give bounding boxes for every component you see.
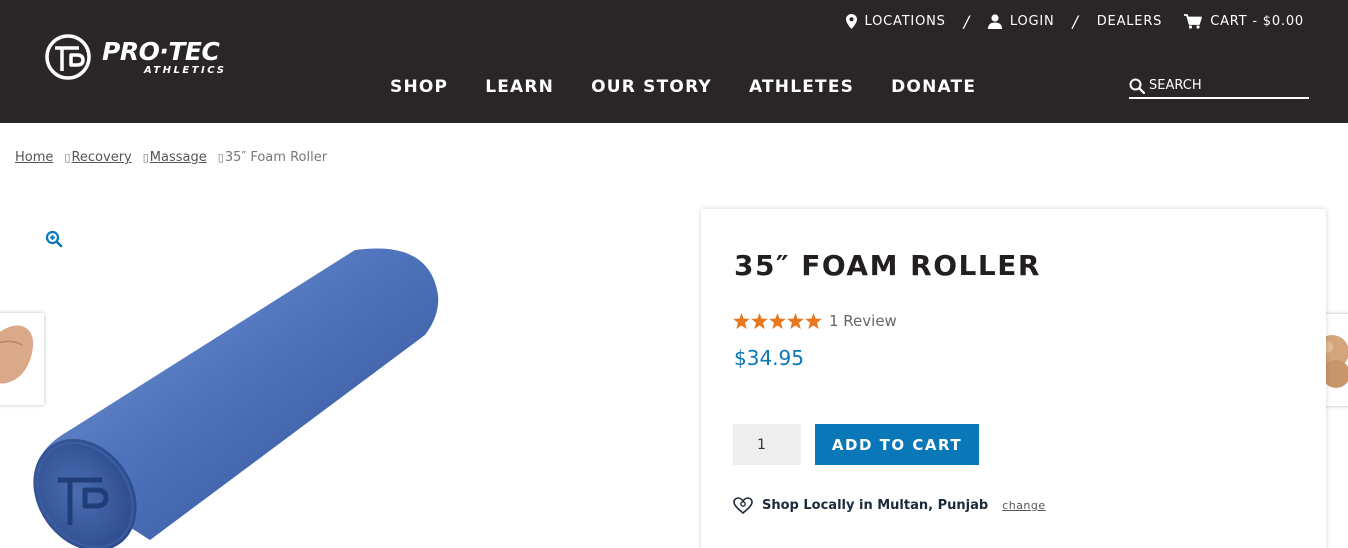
brand-sub: ATHLETICS xyxy=(144,65,227,76)
product-price: $34.95 xyxy=(734,346,804,370)
cart-label: CART - $0.00 xyxy=(1210,13,1304,29)
breadcrumb-separator-icon: ▯ xyxy=(142,151,149,164)
star-icon xyxy=(751,313,768,329)
cart-icon xyxy=(1184,13,1203,29)
star-rating xyxy=(733,313,822,329)
breadcrumb-massage[interactable]: Massage xyxy=(150,150,207,165)
foot-image xyxy=(0,313,44,405)
main-nav: SHOP LEARN OUR STORY ATHLETES DONATE xyxy=(390,77,976,97)
user-icon xyxy=(987,13,1002,29)
nav-donate[interactable]: DONATE xyxy=(891,77,976,97)
search-bar xyxy=(1129,74,1309,99)
search-icon[interactable] xyxy=(1129,78,1145,94)
locations-link[interactable]: LOCATIONS xyxy=(845,13,946,29)
product-image[interactable] xyxy=(30,240,450,548)
breadcrumb-separator-icon: ▯ xyxy=(64,151,71,164)
site-header: PRO·TEC ATHLETICS LOCATIONS / LOGIN / DE… xyxy=(0,0,1348,123)
dealers-label: DEALERS xyxy=(1096,13,1163,29)
brand-name: PRO·TEC xyxy=(102,37,220,66)
review-count[interactable]: 1 Review xyxy=(829,312,897,330)
star-icon xyxy=(733,313,750,329)
util-separator: / xyxy=(1072,11,1079,31)
breadcrumb: Home ▯Recovery ▯Massage ▯35″ Foam Roller xyxy=(15,150,327,165)
shop-locally-label: Shop Locally in Multan, Punjab xyxy=(762,498,989,513)
nav-learn[interactable]: LEARN xyxy=(485,77,554,97)
login-link[interactable]: LOGIN xyxy=(987,13,1055,29)
utility-nav: LOCATIONS / LOGIN / DEALERS CART - $0.00 xyxy=(845,11,1304,31)
breadcrumb-current: 35″ Foam Roller xyxy=(224,150,328,165)
breadcrumb-separator-icon: ▯ xyxy=(217,151,224,164)
star-icon xyxy=(787,313,804,329)
product-title: 35″ FOAM ROLLER xyxy=(734,249,1041,282)
shop-locally: Shop Locally in Multan, Punjab change xyxy=(733,497,1046,514)
nav-our-story[interactable]: OUR STORY xyxy=(591,77,712,97)
cart-link[interactable]: CART - $0.00 xyxy=(1184,14,1304,29)
heart-pin-icon xyxy=(733,497,753,514)
breadcrumb-home[interactable]: Home xyxy=(15,150,53,165)
nav-shop[interactable]: SHOP xyxy=(390,77,448,97)
product-summary: 35″ FOAM ROLLER 1 Review $34.95 ADD TO C… xyxy=(701,209,1326,548)
quantity-input[interactable] xyxy=(733,424,801,465)
login-label: LOGIN xyxy=(1009,13,1055,29)
add-to-cart-button[interactable]: ADD TO CART xyxy=(815,424,979,465)
breadcrumb-recovery[interactable]: Recovery xyxy=(71,150,131,165)
brand-logo[interactable]: PRO·TEC ATHLETICS xyxy=(44,33,244,83)
nav-athletes[interactable]: ATHLETES xyxy=(749,77,854,97)
locations-label: LOCATIONS xyxy=(864,13,946,29)
star-icon xyxy=(769,313,786,329)
prev-product-thumb[interactable] xyxy=(0,313,44,405)
change-location-link[interactable]: change xyxy=(1002,499,1045,512)
dealers-link[interactable]: DEALERS xyxy=(1097,14,1162,29)
product-rating[interactable]: 1 Review xyxy=(733,312,897,330)
map-pin-icon xyxy=(845,13,857,29)
brand-logo-mark xyxy=(45,34,91,80)
star-icon xyxy=(805,313,822,329)
util-separator: / xyxy=(963,11,970,31)
search-input[interactable] xyxy=(1149,78,1299,93)
